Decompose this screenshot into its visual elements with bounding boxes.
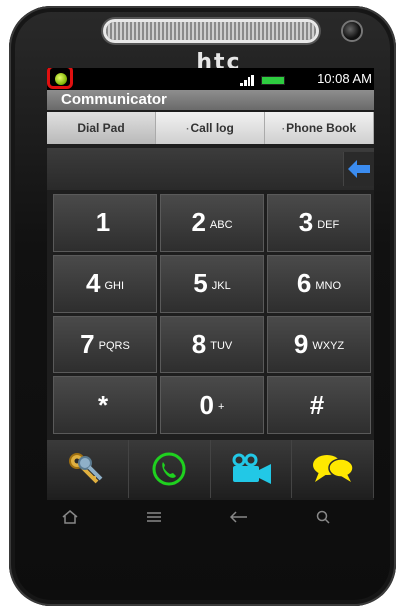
key-digit: 2	[191, 207, 206, 238]
key-digit: 8	[191, 328, 207, 359]
tab-label: Call log	[190, 121, 234, 135]
key-letters: WXYZ	[312, 340, 345, 353]
tab-bar: Dial Pad ·Call log ·Phone Book	[47, 112, 374, 144]
app-title: Communicator	[47, 90, 374, 110]
key-1[interactable]: 1	[53, 194, 157, 252]
key-2[interactable]: 2 ABC	[160, 194, 264, 252]
tab-dial-pad[interactable]: Dial Pad	[47, 112, 156, 144]
key-digit: 6	[296, 268, 312, 299]
front-camera	[343, 22, 361, 40]
video-call-icon	[232, 453, 271, 484]
key-digit: 3	[298, 207, 314, 238]
key-star[interactable]: *	[53, 376, 157, 434]
menu-icon	[147, 512, 162, 522]
call-button[interactable]	[128, 440, 211, 498]
dial-keypad: 1 2 ABC 3 DEF 4 GHI 5 JKL 6 MNO 7 PQRS 8 TUV 9W…	[53, 194, 371, 434]
message-button[interactable]	[292, 440, 374, 498]
action-bar	[47, 440, 374, 498]
back-button[interactable]	[209, 510, 269, 528]
key-digit: 7	[80, 328, 95, 359]
key-letters: DEF	[317, 218, 340, 231]
key-digit: 1	[95, 207, 111, 238]
search-icon	[316, 510, 330, 524]
key-letters: TUV	[210, 340, 233, 353]
video-call-button[interactable]	[210, 440, 293, 498]
status-bar: 10:08 AM	[47, 68, 374, 90]
menu-button[interactable]	[124, 510, 184, 528]
key-hash[interactable]: #	[267, 376, 371, 434]
keys-icon	[69, 453, 103, 484]
chat-bubbles-icon	[312, 455, 354, 482]
key-digit: 4	[85, 268, 101, 299]
hardware-nav-bar	[40, 505, 353, 533]
number-display-field[interactable]	[47, 148, 374, 190]
screen: 10:08 AM Communicator Dial Pad ·Call log…	[47, 68, 374, 500]
key-digit: 5	[193, 268, 208, 299]
key-letters: PQRS	[98, 340, 130, 353]
earpiece-speaker	[106, 22, 316, 40]
key-digit: 0	[199, 389, 215, 420]
back-icon	[229, 511, 247, 523]
key-letters: MNO	[315, 279, 342, 292]
key-7[interactable]: 7 PQRS	[53, 315, 157, 374]
battery-icon	[261, 76, 285, 85]
key-letters: GHI	[104, 279, 125, 292]
key-letters: ABC	[209, 218, 233, 231]
key-digit: #	[309, 389, 325, 420]
highlight-ring	[47, 68, 73, 89]
home-icon	[62, 509, 78, 524]
backspace-button[interactable]	[343, 152, 374, 186]
key-9[interactable]: 9 WXYZ	[267, 315, 371, 374]
tab-label: Dial Pad	[77, 121, 125, 135]
signal-strength-icon	[240, 75, 254, 86]
home-button[interactable]	[40, 509, 100, 529]
phone-call-icon	[152, 452, 186, 486]
key-digit: *	[97, 389, 109, 420]
key-3[interactable]: 3 DEF	[267, 194, 371, 252]
key-8[interactable]: 8 TUV	[160, 315, 264, 374]
key-4[interactable]: 4 GHI	[53, 254, 157, 313]
tab-label: Phone Book	[286, 121, 357, 135]
key-letters: +	[218, 401, 225, 414]
key-letters: JKL	[211, 279, 231, 292]
key-6[interactable]: 6 MNO	[267, 254, 371, 313]
key-digit: 9	[293, 328, 309, 359]
key-0[interactable]: 0 +	[160, 376, 264, 434]
back-arrow-icon	[348, 160, 370, 178]
status-time: 10:08 AM	[317, 71, 372, 86]
voicemail-keys-button[interactable]	[47, 440, 129, 498]
tab-call-log[interactable]: ·Call log	[156, 112, 265, 144]
key-5[interactable]: 5 JKL	[160, 254, 264, 313]
search-button[interactable]	[293, 510, 353, 529]
tab-phone-book[interactable]: ·Phone Book	[265, 112, 374, 144]
